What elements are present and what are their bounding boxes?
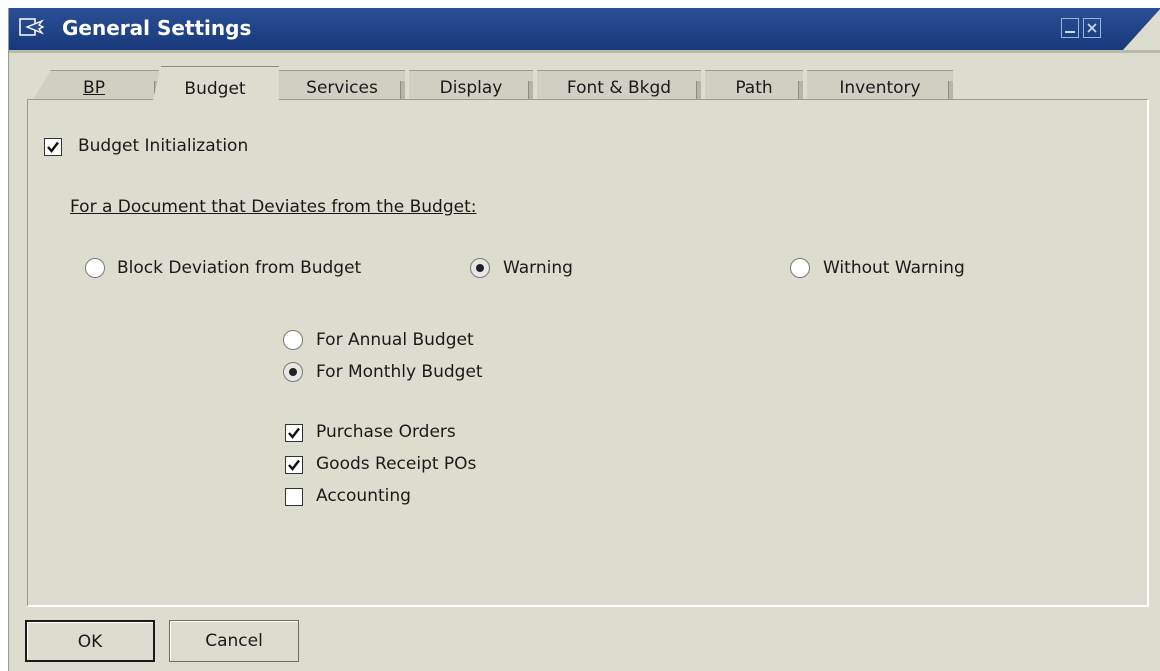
- tab-label: Display: [439, 78, 503, 98]
- monthly-budget-label: For Monthly Budget: [316, 362, 483, 382]
- budget-initialization-label: Budget Initialization: [78, 136, 249, 156]
- monthly-budget-radio[interactable]: [283, 362, 303, 382]
- without-warning-radio[interactable]: [790, 258, 810, 278]
- tab-label: Path: [735, 78, 773, 98]
- goods-receipt-pos-label: Goods Receipt POs: [316, 454, 477, 474]
- tab-label: Services: [306, 78, 378, 98]
- general-settings-window: General Settings BP Budget Services Disp…: [8, 8, 1160, 671]
- tab-budget[interactable]: Budget: [151, 66, 279, 108]
- accounting-checkbox[interactable]: [285, 488, 303, 506]
- checkmark-icon: [47, 141, 59, 153]
- radio-selected-dot: [476, 264, 484, 272]
- tab-label: Budget: [184, 79, 246, 99]
- radio-selected-dot: [289, 368, 297, 376]
- tab-label: Inventory: [839, 78, 921, 98]
- block-deviation-radio[interactable]: [85, 258, 105, 278]
- close-button[interactable]: [1083, 18, 1101, 38]
- without-warning-label: Without Warning: [823, 258, 965, 278]
- window-menu-icon[interactable]: [17, 15, 45, 41]
- block-deviation-label: Block Deviation from Budget: [117, 258, 362, 278]
- annual-budget-label: For Annual Budget: [316, 330, 474, 350]
- minimize-button[interactable]: [1061, 18, 1079, 38]
- accounting-label: Accounting: [316, 486, 411, 506]
- title-bar-divider: [9, 50, 1160, 53]
- deviation-section-heading: For a Document that Deviates from the Bu…: [70, 197, 477, 217]
- title-bar: General Settings: [9, 8, 1160, 50]
- budget-initialization-checkbox[interactable]: [44, 138, 62, 156]
- warning-radio[interactable]: [470, 258, 490, 278]
- warning-label: Warning: [503, 258, 573, 278]
- checkmark-icon: [288, 427, 300, 439]
- window-title: General Settings: [62, 16, 252, 40]
- ok-button[interactable]: OK: [25, 620, 155, 662]
- close-icon: [1084, 19, 1100, 37]
- annual-budget-radio[interactable]: [283, 330, 303, 350]
- purchase-orders-checkbox[interactable]: [285, 424, 303, 442]
- purchase-orders-label: Purchase Orders: [316, 422, 456, 442]
- goods-receipt-pos-checkbox[interactable]: [285, 456, 303, 474]
- tab-label: Font & Bkgd: [566, 78, 672, 98]
- tab-label: BP: [83, 78, 105, 98]
- minimize-icon: [1062, 19, 1078, 37]
- cancel-button[interactable]: Cancel: [169, 620, 299, 662]
- checkmark-icon: [288, 459, 300, 471]
- budget-tab-panel: Budget Initialization For a Document tha…: [27, 99, 1149, 607]
